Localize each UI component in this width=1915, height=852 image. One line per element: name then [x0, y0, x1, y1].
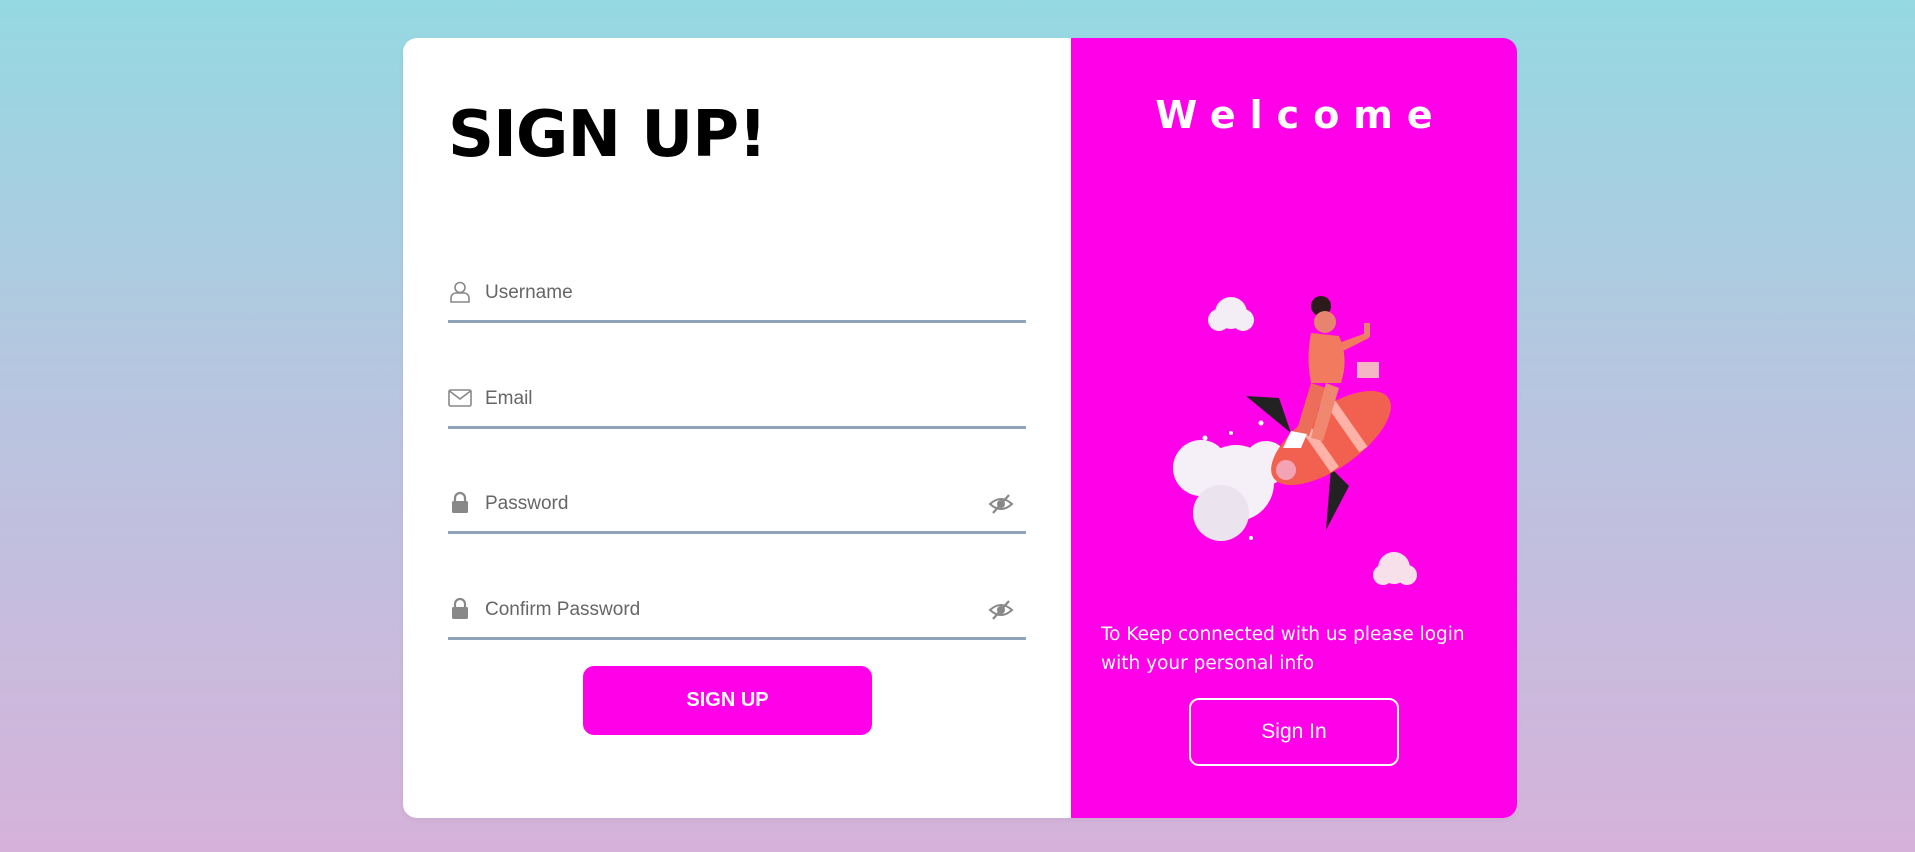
confirm-password-field: [448, 587, 1026, 640]
eye-slash-icon[interactable]: [988, 493, 1014, 515]
email-input[interactable]: [485, 382, 975, 416]
signin-button[interactable]: Sign In: [1189, 698, 1399, 766]
lock-icon: [448, 597, 472, 621]
signup-button[interactable]: SIGN UP: [583, 666, 872, 735]
confirm-password-input[interactable]: [485, 593, 975, 627]
cloud-icon: [1173, 440, 1288, 541]
password-input[interactable]: [485, 487, 975, 521]
user-icon: [448, 280, 472, 304]
password-field: [448, 481, 1026, 534]
lock-icon: [448, 491, 472, 515]
cloud-icon: [1373, 552, 1417, 585]
signup-card: SIGN UP! Username Email SIGN UP Welcome …: [403, 38, 1517, 818]
welcome-panel: Welcome To Keep connected with us please…: [1071, 38, 1517, 818]
username-input[interactable]: [485, 276, 975, 310]
username-field: [448, 270, 1026, 323]
envelope-icon: [448, 386, 472, 410]
welcome-heading: Welcome: [1155, 93, 1447, 137]
signup-panel: SIGN UP! Username Email SIGN UP: [403, 38, 1071, 818]
welcome-message: To Keep connected with us please login w…: [1101, 624, 1465, 674]
page-title: SIGN UP!: [448, 98, 767, 172]
eye-slash-icon[interactable]: [988, 599, 1014, 621]
email-field: [448, 376, 1026, 429]
cloud-icon: [1208, 297, 1254, 331]
rocket-girl-illustration: [1161, 238, 1421, 608]
